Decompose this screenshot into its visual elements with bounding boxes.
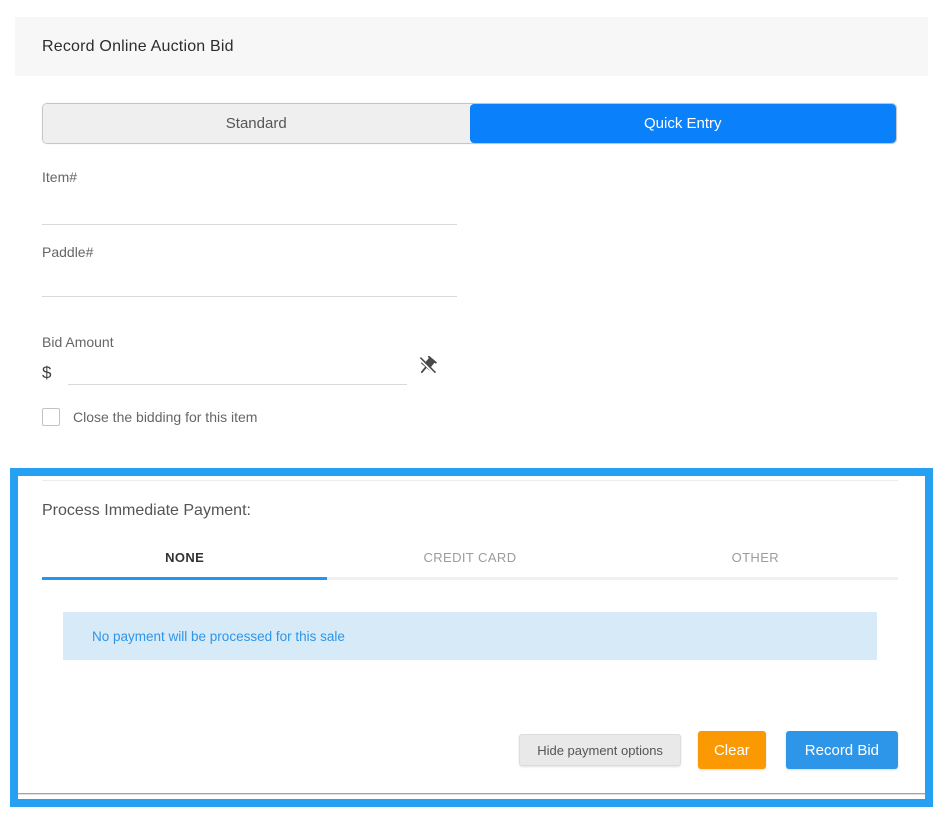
paddle-number-input[interactable] — [42, 267, 457, 297]
entry-mode-toggle: Standard Quick Entry — [42, 103, 897, 144]
record-bid-button[interactable]: Record Bid — [786, 731, 898, 769]
dialog-header: Record Online Auction Bid — [15, 17, 928, 76]
item-number-label: Item# — [42, 169, 77, 185]
record-bid-dialog: Record Online Auction Bid Standard Quick… — [0, 0, 943, 814]
payment-top-divider — [42, 480, 898, 481]
close-bidding-checkbox[interactable] — [42, 408, 60, 426]
payment-tabs: NONE CREDIT CARD OTHER — [42, 538, 898, 580]
tab-credit-card[interactable]: CREDIT CARD — [327, 538, 612, 580]
quick-entry-tab-button[interactable]: Quick Entry — [470, 104, 897, 143]
bid-amount-input[interactable] — [68, 357, 407, 385]
hide-payment-options-button[interactable]: Hide payment options — [519, 734, 681, 766]
no-payment-info-banner: No payment will be processed for this sa… — [63, 612, 877, 660]
close-bidding-row: Close the bidding for this item — [42, 408, 257, 426]
currency-symbol: $ — [42, 363, 51, 383]
payment-bottom-divider — [18, 793, 925, 795]
payment-heading: Process Immediate Payment: — [42, 502, 251, 520]
payment-section: Process Immediate Payment: NONE CREDIT C… — [10, 468, 933, 807]
payment-section-inner: Process Immediate Payment: NONE CREDIT C… — [18, 476, 925, 799]
bid-amount-label: Bid Amount — [42, 334, 114, 350]
item-number-input[interactable] — [42, 195, 457, 225]
paddle-number-label: Paddle# — [42, 244, 93, 260]
tab-other[interactable]: OTHER — [613, 538, 898, 580]
page-title: Record Online Auction Bid — [42, 38, 234, 56]
clear-button[interactable]: Clear — [698, 731, 766, 769]
standard-tab-button[interactable]: Standard — [43, 104, 470, 143]
action-buttons-row: Hide payment options Clear Record Bid — [519, 731, 898, 769]
pin-off-icon[interactable] — [416, 355, 438, 377]
no-payment-info-text: No payment will be processed for this sa… — [92, 629, 345, 644]
tab-none[interactable]: NONE — [42, 538, 327, 580]
close-bidding-label: Close the bidding for this item — [73, 409, 257, 425]
